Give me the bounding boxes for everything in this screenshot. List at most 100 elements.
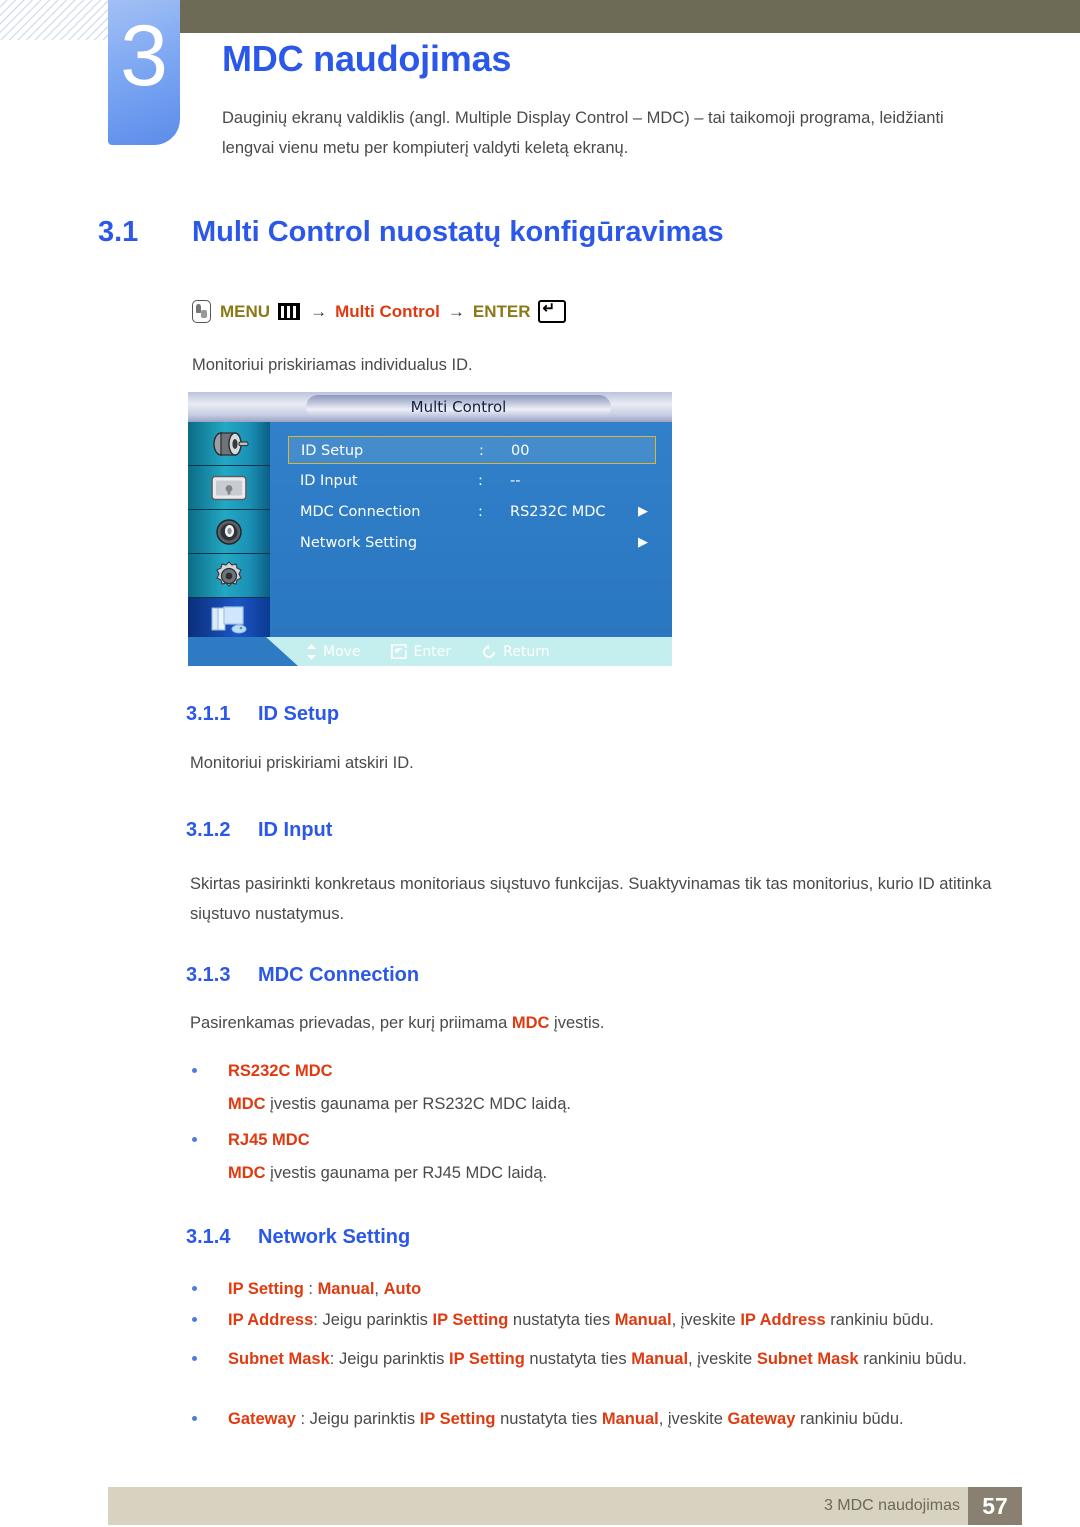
inline-text: nustatyta ties xyxy=(508,1311,615,1329)
subsection-heading-network-setting: 3.1.4 Network Setting xyxy=(186,1226,410,1249)
osd-row-network-setting[interactable]: Network Setting ▶ xyxy=(288,529,656,557)
inline-highlight: IP Setting xyxy=(228,1280,304,1298)
osd-footer-notch xyxy=(188,637,298,666)
osd-menu-list: ID Setup : 00 ID Input : -- MDC Connecti… xyxy=(270,422,672,637)
osd-footer-hints: Move Enter Return xyxy=(306,637,550,666)
mdc-connection-intro: Pasirenkamas prievadas, per kurį priimam… xyxy=(190,1008,995,1038)
osd-sidebar-item-sound[interactable] xyxy=(188,510,270,554)
inline-text: : xyxy=(303,1280,318,1298)
subsection-number: 3.1.4 xyxy=(186,1226,231,1248)
inline-highlight: IP Address xyxy=(740,1311,826,1329)
bullet-label: RS232C MDC xyxy=(228,1062,333,1080)
header-olive-bar xyxy=(180,0,1080,33)
subsection-title: Network Setting xyxy=(258,1226,411,1248)
osd-sidebar-item-multi-control[interactable] xyxy=(188,598,270,642)
inline-text: : Jeigu parinktis xyxy=(295,1410,420,1428)
osd-hint-move: Move xyxy=(306,643,361,660)
subsection-number: 3.1.1 xyxy=(186,703,231,725)
inline-highlight: Subnet Mask xyxy=(228,1350,330,1368)
osd-sidebar xyxy=(188,422,270,642)
inline-text: , įveskite xyxy=(688,1350,757,1368)
bullet-label: RJ45 MDC xyxy=(228,1131,310,1149)
list-item-rj45-mdc: RJ45 MDC xyxy=(186,1125,1028,1155)
screen-adjust-icon xyxy=(211,475,247,500)
rs232c-description: MDC įvestis gaunama per RS232C MDC laidą… xyxy=(228,1089,571,1119)
osd-sidebar-item-picture[interactable] xyxy=(188,422,270,466)
osd-row-mdc-connection[interactable]: MDC Connection : RS232C MDC ▶ xyxy=(288,498,656,526)
osd-screenshot: Multi Control ID Setup: 00 ID Input: -… xyxy=(188,392,672,666)
osd-hint-label: Return xyxy=(503,643,550,660)
mdc-intro-part-b: įvestis. xyxy=(549,1014,605,1032)
subsection-title: MDC Connection xyxy=(258,964,420,986)
osd-row-value: -- xyxy=(510,473,521,489)
page-number: 57 xyxy=(968,1487,1022,1525)
inline-highlight: Subnet Mask xyxy=(756,1350,859,1368)
subsection-number: 3.1.2 xyxy=(186,819,231,841)
inline-highlight: IP Setting xyxy=(432,1311,509,1329)
inline-text: rankiniu būdu. xyxy=(858,1350,967,1368)
inline-highlight: Gateway xyxy=(228,1410,296,1428)
list-item-ip-setting: IP Setting : Manual, Auto xyxy=(186,1274,1028,1304)
path-arrow-1: → xyxy=(310,301,328,321)
desc-text: įvestis gaunama per RJ45 MDC laidą. xyxy=(265,1164,548,1182)
list-item-subnet-mask: Subnet Mask: Jeigu parinktis IP Setting … xyxy=(186,1344,1023,1374)
bullet-rich-text: Gateway : Jeigu parinktis IP Setting nus… xyxy=(228,1410,904,1428)
osd-footer-bar: Move Enter Return xyxy=(188,637,672,666)
subsection-heading-id-setup: 3.1.1 ID Setup xyxy=(186,703,339,726)
osd-row-id-setup[interactable]: ID Setup : 00 xyxy=(288,436,656,464)
osd-sidebar-item-setup[interactable] xyxy=(188,554,270,598)
picture-roller-icon xyxy=(213,431,249,456)
inline-highlight: Gateway xyxy=(727,1410,796,1428)
osd-row-label: Network Setting xyxy=(300,535,418,551)
chapter-intro-text: Dauginių ekranų valdiklis (angl. Multipl… xyxy=(222,109,944,157)
enter-label: ENTER xyxy=(472,301,531,321)
osd-row-label: ID Input xyxy=(300,473,358,489)
osd-row-colon: : xyxy=(479,443,484,459)
osd-row-id-input[interactable]: ID Input : -- xyxy=(288,467,656,495)
chapter-number: 3 xyxy=(120,8,168,104)
section-title: Multi Control nuostatų konfigūravimas xyxy=(192,216,724,248)
menu-grid-icon xyxy=(278,303,301,320)
osd-row-label: MDC Connection xyxy=(300,504,421,520)
osd-row-arrow: ▶ xyxy=(638,535,648,550)
subsection-number: 3.1.3 xyxy=(186,964,231,986)
osd-hint-label: Enter xyxy=(413,643,452,660)
inline-highlight: Manual xyxy=(601,1410,659,1428)
inline-text: : Jeigu parinktis xyxy=(313,1311,433,1329)
mdc-intro-part-a: Pasirenkamas prievadas, per kurį priimam… xyxy=(190,1014,512,1032)
desc-highlight: MDC xyxy=(228,1164,266,1182)
up-down-arrow-icon xyxy=(307,643,316,660)
osd-row-arrow: ▶ xyxy=(638,504,648,519)
list-item-gateway: Gateway : Jeigu parinktis IP Setting nus… xyxy=(186,1404,1028,1434)
intro-line: Monitoriui priskiriamas individualus ID. xyxy=(192,356,473,374)
osd-row-value: 00 xyxy=(511,443,530,459)
menu-path-target: Multi Control xyxy=(335,301,440,321)
osd-title-bar: Multi Control xyxy=(188,392,672,422)
id-input-body: Skirtas pasirinkti konkretaus monitoriau… xyxy=(190,875,992,923)
bullet-rich-text: Subnet Mask: Jeigu parinktis IP Setting … xyxy=(228,1350,967,1368)
inline-highlight: IP Setting xyxy=(419,1410,496,1428)
inline-text: nustatyta ties xyxy=(524,1350,632,1368)
osd-hint-enter: Enter xyxy=(390,643,452,660)
inline-text: nustatyta ties xyxy=(495,1410,602,1428)
osd-row-colon: : xyxy=(478,504,483,520)
subsection-heading-id-input: 3.1.2 ID Input xyxy=(186,819,332,842)
inline-text: , xyxy=(374,1280,384,1298)
mdc-intro-highlight: MDC xyxy=(511,1014,550,1032)
path-arrow-2: → xyxy=(447,301,465,321)
inline-text: rankiniu būdu. xyxy=(795,1410,904,1428)
return-icon xyxy=(483,644,496,658)
chapter-tab: 3 xyxy=(108,0,180,145)
list-item-ip-address: IP Address: Jeigu parinktis IP Setting n… xyxy=(186,1305,1028,1335)
osd-hint-label: Move xyxy=(323,643,361,660)
osd-hint-return: Return xyxy=(481,643,550,660)
subsection-title: ID Setup xyxy=(258,703,340,725)
subsection-title: ID Input xyxy=(258,819,333,841)
corner-hatch-decoration xyxy=(0,0,112,40)
inline-highlight: Manual xyxy=(631,1350,689,1368)
osd-row-colon: : xyxy=(478,473,483,489)
sound-speaker-icon xyxy=(216,518,242,545)
osd-sidebar-item-screen[interactable] xyxy=(188,466,270,510)
inline-highlight: IP Address xyxy=(228,1311,314,1329)
enter-key-icon xyxy=(537,299,566,323)
